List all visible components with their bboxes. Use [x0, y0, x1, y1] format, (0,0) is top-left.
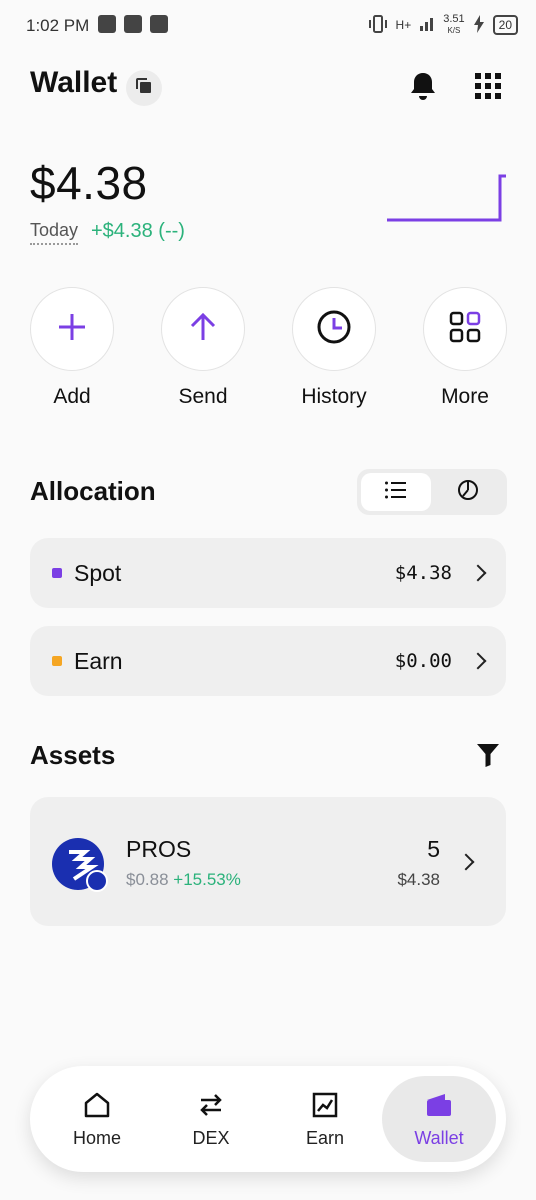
send-button[interactable]: Send	[161, 287, 245, 409]
arrow-up-icon	[187, 311, 219, 348]
history-circle[interactable]	[292, 287, 376, 371]
assets-title: Assets	[30, 740, 116, 770]
balance-change: +$4.38 (--)	[91, 220, 185, 242]
asset-value: $4.38	[397, 870, 440, 889]
wallet-icon	[424, 1090, 454, 1120]
asset-symbol: PROS	[126, 836, 192, 862]
allocation-title: Allocation	[30, 476, 156, 506]
allocation-value: $0.00	[394, 650, 452, 672]
status-notification-icons	[98, 15, 168, 33]
filter-button[interactable]	[476, 742, 500, 773]
pie-view-button[interactable]	[433, 473, 503, 511]
notifications-button[interactable]	[404, 68, 442, 106]
home-icon	[82, 1090, 112, 1120]
copy-icon	[135, 77, 153, 100]
balance-sparkline	[387, 174, 506, 222]
notification-icon	[98, 15, 116, 33]
allocation-view-toggle	[357, 469, 507, 515]
filter-icon	[476, 744, 500, 772]
swap-icon	[196, 1090, 226, 1120]
nav-home[interactable]: Home	[40, 1076, 154, 1162]
net-speed: 3.51	[443, 13, 465, 25]
nav-label: Wallet	[414, 1128, 464, 1148]
nav-label: Home	[72, 1128, 121, 1148]
earn-color-dot	[52, 656, 62, 666]
asset-price: $0.88	[126, 870, 169, 889]
list-view-button[interactable]	[361, 473, 431, 511]
more-label: More	[441, 385, 489, 408]
nav-dex[interactable]: DEX	[154, 1076, 268, 1162]
apps-menu-button[interactable]	[470, 70, 506, 106]
allocation-row-spot[interactable]: Spot $4.38	[30, 538, 506, 608]
status-bar: 1:02 PM H+ 3.51 K/S 20	[0, 0, 536, 52]
bell-icon	[404, 73, 442, 110]
apps-icon	[449, 311, 481, 348]
history-label: History	[301, 385, 367, 408]
notification-icon	[124, 15, 142, 33]
send-label: Send	[178, 385, 228, 408]
chart-icon	[310, 1090, 340, 1120]
pie-icon	[457, 479, 479, 506]
pros-token-logo	[52, 838, 108, 892]
add-circle[interactable]	[30, 287, 114, 371]
allocation-name: Spot	[74, 559, 122, 586]
bottom-nav: Home DEX Earn Wallet	[30, 1066, 506, 1172]
page-title: Wallet	[30, 66, 118, 99]
nav-label: DEX	[192, 1128, 230, 1148]
allocation-name: Earn	[74, 647, 123, 674]
allocation-value: $4.38	[394, 562, 452, 584]
chevron-right-icon	[469, 652, 487, 670]
history-button[interactable]: History	[292, 287, 376, 409]
net-speed-unit: K/S	[447, 26, 461, 35]
status-time: 1:02 PM	[26, 16, 90, 35]
status-system-icons: H+ 3.51 K/S 20	[368, 14, 518, 36]
list-icon	[385, 481, 407, 504]
charging-icon	[473, 14, 485, 36]
allocation-row-earn[interactable]: Earn $0.00	[30, 626, 506, 696]
copy-button[interactable]	[126, 70, 162, 106]
plus-icon	[56, 311, 88, 348]
nav-label: Earn	[305, 1128, 345, 1148]
nav-earn[interactable]: Earn	[268, 1076, 382, 1162]
grid-icon	[475, 72, 501, 104]
vibrate-icon	[368, 14, 388, 36]
asset-quantity: 5	[427, 836, 440, 862]
asset-change: +15.53%	[173, 870, 241, 889]
clock-icon	[316, 309, 352, 350]
total-balance: $4.38	[30, 157, 148, 209]
chevron-right-icon	[469, 564, 487, 582]
asset-price-line: $0.88 +15.53%	[126, 870, 241, 890]
more-circle[interactable]	[423, 287, 507, 371]
nav-wallet[interactable]: Wallet	[382, 1076, 496, 1162]
notification-icon	[150, 15, 168, 33]
battery-level: 20	[492, 15, 518, 35]
network-badge	[86, 870, 108, 892]
network-type: H+	[395, 18, 412, 32]
add-button[interactable]: Add	[30, 287, 114, 409]
period-selector[interactable]: Today	[30, 220, 79, 245]
send-circle[interactable]	[161, 287, 245, 371]
add-label: Add	[53, 385, 91, 408]
spot-color-dot	[52, 568, 62, 578]
more-button[interactable]: More	[423, 287, 507, 409]
signal-icon	[419, 16, 435, 35]
